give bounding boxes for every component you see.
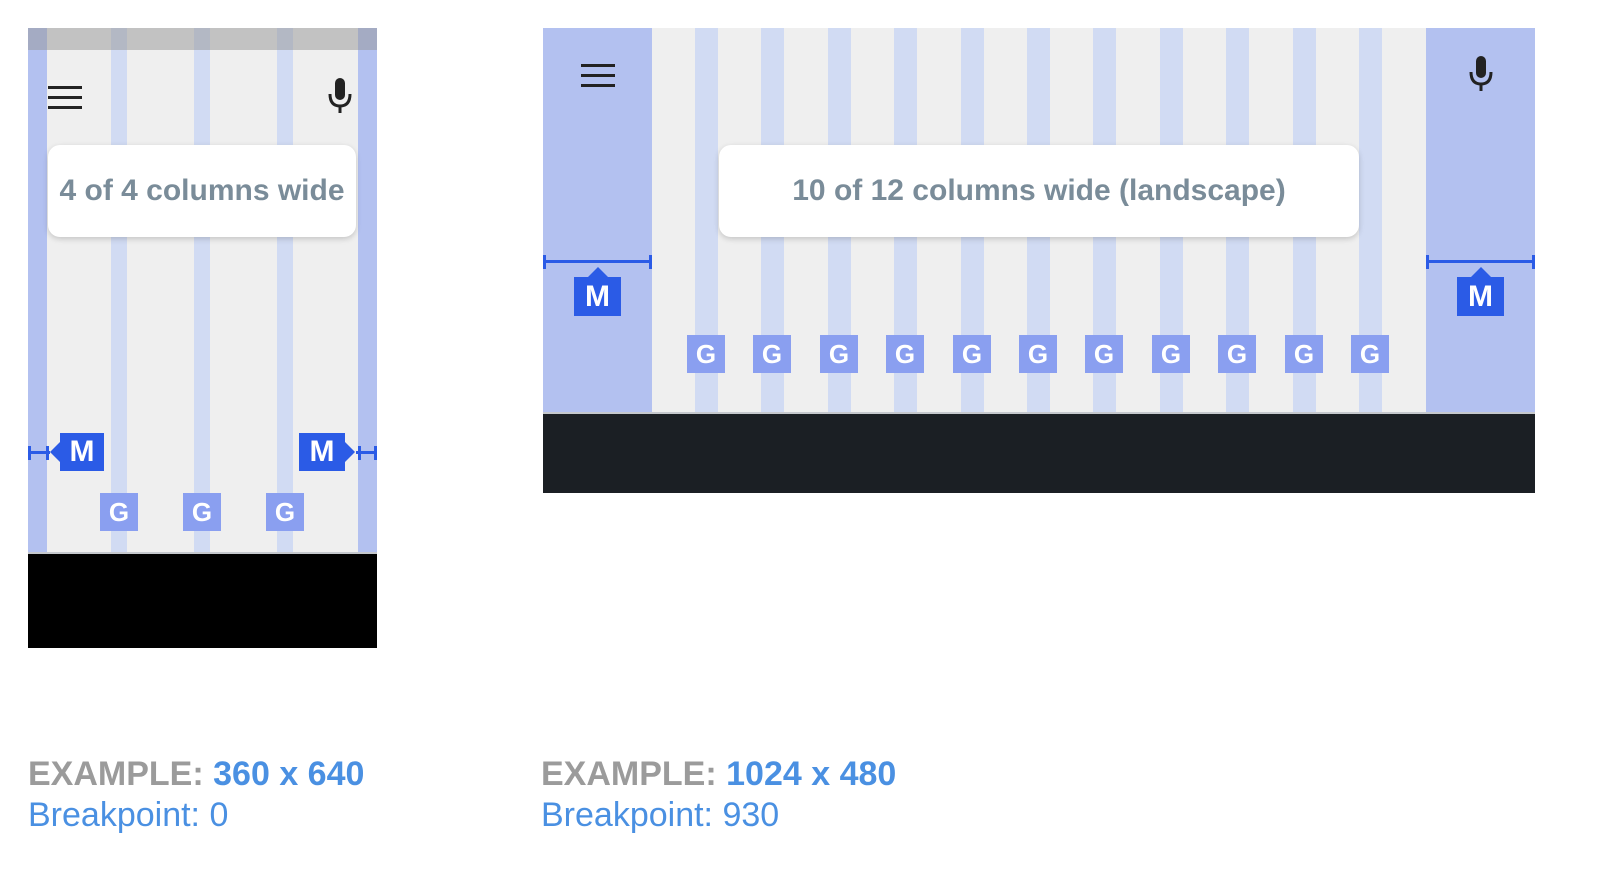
gutter-badge: G [183, 493, 221, 531]
gutter [194, 28, 210, 554]
gutter-badge: G [1019, 335, 1057, 373]
example-key: EXAMPLE: [28, 755, 204, 793]
gutter-badge: G [266, 493, 304, 531]
content-card: 10 of 12 columns wide (landscape) [719, 145, 1359, 237]
margin-measure-tick [374, 446, 377, 460]
portrait-device-frame: 4 of 4 columns wide M M G G G [28, 28, 377, 648]
example-dimensions: 360 x 640 [213, 755, 365, 793]
gutter-badge: G [687, 335, 725, 373]
gutter-badge: G [753, 335, 791, 373]
margin-badge: M [574, 277, 621, 316]
badge-pointer [50, 442, 60, 462]
gutter-badge: G [100, 493, 138, 531]
gutter-badge: G [886, 335, 924, 373]
margin-measure-tick [543, 255, 546, 269]
margin-badge: M [1457, 277, 1504, 316]
navigation-bar [28, 554, 377, 648]
navigation-bar [543, 414, 1535, 493]
microphone-icon[interactable] [327, 78, 353, 119]
margin-measure-tick [1426, 255, 1429, 269]
badge-pointer [345, 442, 355, 462]
content-card: 4 of 4 columns wide [48, 145, 356, 237]
example-dimensions: 1024 x 480 [726, 755, 897, 793]
gutter-badge: G [1152, 335, 1190, 373]
gutter-badge: G [1351, 335, 1389, 373]
gutter [277, 28, 293, 554]
margin-measure-tick [358, 446, 361, 460]
microphone-icon[interactable] [1468, 56, 1494, 97]
margin-badge: M [60, 433, 104, 471]
badge-pointer [1471, 267, 1491, 277]
gutter-badge: G [953, 335, 991, 373]
margin-measure-tick [46, 446, 49, 460]
gutter-badge: G [1218, 335, 1256, 373]
status-bar [28, 28, 377, 50]
example-key: EXAMPLE: [541, 755, 717, 793]
menu-icon[interactable] [581, 64, 615, 93]
gutter-badge: G [1085, 335, 1123, 373]
breakpoint-caption: Breakpoint: 930 [541, 796, 780, 834]
landscape-device-frame: 10 of 12 columns wide (landscape) M M GG… [543, 28, 1535, 493]
gutter-badge: G [820, 335, 858, 373]
margin-measure-tick [1532, 255, 1535, 269]
left-margin [28, 28, 47, 554]
menu-icon[interactable] [48, 86, 82, 115]
badge-pointer [588, 267, 608, 277]
margin-measure-tick [28, 446, 31, 460]
margin-measure-tick [649, 255, 652, 269]
margin-badge: M [299, 433, 345, 471]
example-caption: EXAMPLE: 360 x 640 [28, 754, 364, 794]
margin-measure-line [1426, 260, 1535, 263]
breakpoint-caption: Breakpoint: 0 [28, 796, 229, 834]
example-caption: EXAMPLE: 1024 x 480 [541, 754, 896, 794]
gutter-badge: G [1285, 335, 1323, 373]
right-margin [358, 28, 377, 554]
margin-measure-line [543, 260, 652, 263]
gutter [111, 28, 127, 554]
